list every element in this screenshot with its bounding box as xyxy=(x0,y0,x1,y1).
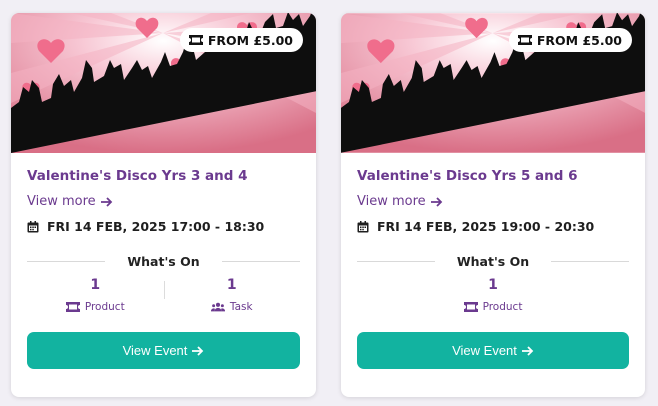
whats-on-label: What's On xyxy=(127,253,200,269)
whats-on-label: What's On xyxy=(456,253,530,269)
ticket-icon xyxy=(65,302,80,312)
arrow-right-icon xyxy=(521,345,534,356)
event-banner-image[interactable]: FROM £5.00 xyxy=(11,13,316,153)
whats-on-divider: What's On xyxy=(357,253,629,269)
product-stat: 1 Product xyxy=(27,275,164,321)
view-more-link[interactable]: View more xyxy=(27,194,300,209)
task-stat: 1 Task xyxy=(163,275,301,321)
event-title[interactable]: Valentine's Disco Yrs 5 and 6 xyxy=(357,168,629,184)
task-count: 1 xyxy=(226,277,237,293)
price-text: FROM £5.00 xyxy=(207,32,293,48)
event-stats: 1 Product xyxy=(357,275,629,321)
view-event-label: View Event xyxy=(452,343,517,358)
event-date: FRI 14 FEB, 2025 17:00 - 18:30 xyxy=(27,219,300,234)
view-more-label: View more xyxy=(27,194,96,209)
event-card[interactable]: FROM £5.00 Valentine's Disco Yrs 5 and 6… xyxy=(341,13,645,397)
price-badge: FROM £5.00 xyxy=(179,28,303,52)
ticket-icon xyxy=(463,302,478,312)
event-card[interactable]: FROM £5.00 Valentine's Disco Yrs 3 and 4… xyxy=(11,13,316,397)
event-date-text: FRI 14 FEB, 2025 17:00 - 18:30 xyxy=(47,219,265,234)
view-more-link[interactable]: View more xyxy=(357,194,629,209)
product-count: 1 xyxy=(488,277,498,293)
calendar-icon xyxy=(357,220,369,232)
view-event-button[interactable]: View Event xyxy=(357,332,629,369)
event-stats: 1 Product 1 Task xyxy=(27,275,300,321)
event-banner-image[interactable]: FROM £5.00 xyxy=(341,13,645,153)
calendar-icon xyxy=(27,220,39,232)
event-date: FRI 14 FEB, 2025 19:00 - 20:30 xyxy=(357,219,629,234)
event-title[interactable]: Valentine's Disco Yrs 3 and 4 xyxy=(27,168,300,184)
view-more-label: View more xyxy=(357,194,426,209)
arrow-right-icon xyxy=(192,345,204,356)
ticket-icon xyxy=(517,35,532,45)
event-date-text: FRI 14 FEB, 2025 19:00 - 20:30 xyxy=(377,219,595,234)
users-icon xyxy=(210,302,225,312)
product-label: Product xyxy=(84,301,125,313)
product-stat: 1 Product xyxy=(357,275,629,321)
whats-on-divider: What's On xyxy=(27,253,300,269)
price-text: FROM £5.00 xyxy=(536,32,622,48)
view-event-label: View Event xyxy=(122,343,188,358)
view-event-button[interactable]: View Event xyxy=(27,332,300,369)
arrow-right-icon xyxy=(430,196,442,207)
product-label: Product xyxy=(482,301,523,313)
price-badge: FROM £5.00 xyxy=(508,28,632,52)
arrow-right-icon xyxy=(100,196,112,207)
task-label: Task xyxy=(229,301,253,313)
product-count: 1 xyxy=(90,277,101,293)
ticket-icon xyxy=(188,35,203,45)
